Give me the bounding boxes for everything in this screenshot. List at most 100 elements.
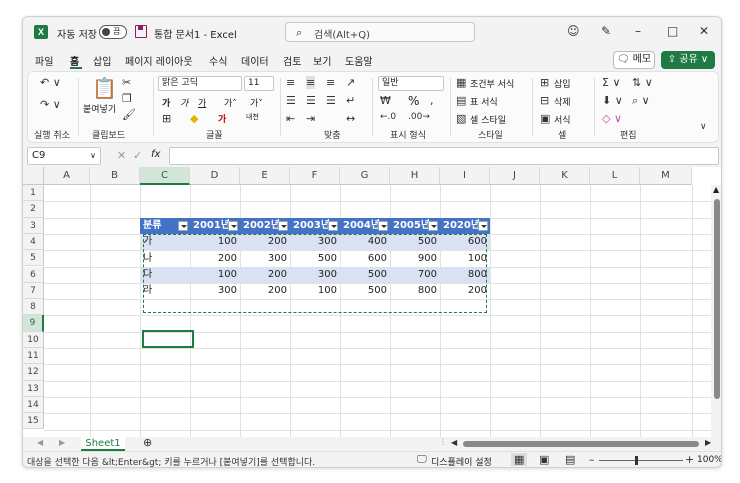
tab-data[interactable]: 데이터 — [241, 53, 269, 68]
number-format-dropdown[interactable]: 일반 — [378, 76, 444, 91]
fill-color-icon[interactable]: ◆ — [190, 112, 198, 125]
tab-split-icon[interactable]: ⋮ — [439, 437, 447, 446]
delete-cells-button[interactable]: 삭제 — [554, 95, 571, 108]
column-header-K[interactable]: K — [540, 167, 590, 185]
horizontal-scroll-thumb[interactable] — [463, 441, 699, 447]
row-header-2[interactable]: 2 — [23, 201, 44, 218]
zoom-in-icon[interactable]: + — [685, 453, 694, 466]
select-all-corner[interactable] — [23, 167, 44, 185]
worksheet-grid[interactable]: ABCDEFGHIJKLM 1 2 3 4 5 6 7 8 9 10 11 12 13 14 15 분류 20… — [23, 167, 721, 437]
decrease-decimal-icon[interactable]: .00→ — [408, 112, 430, 122]
column-header-J[interactable]: J — [490, 167, 540, 185]
pen-icon[interactable]: ✎ — [601, 24, 611, 38]
wrap-text-icon[interactable]: ↵ — [346, 94, 355, 107]
cancel-icon[interactable]: ✕ — [117, 149, 126, 162]
row-header-4[interactable]: 4 — [23, 233, 44, 251]
phonetic-icon[interactable]: 내천 — [246, 112, 259, 122]
display-settings-icon[interactable]: 🖵 — [417, 454, 427, 465]
tab-view[interactable]: 보기 — [313, 53, 331, 68]
bold-button[interactable]: 가 — [162, 96, 170, 109]
italic-button[interactable]: 가 — [180, 96, 188, 109]
next-sheet-icon[interactable]: ▶ — [59, 438, 65, 447]
tab-home[interactable]: 홈 — [70, 53, 79, 68]
conditional-format-button[interactable]: 조건부 서식 — [470, 77, 514, 90]
column-header-C[interactable]: C — [140, 167, 190, 185]
conditional-format-icon[interactable]: ▦ — [456, 76, 466, 89]
table-header-cell[interactable]: 2003년 — [290, 218, 340, 235]
insert-cells-button[interactable]: 삽입 — [554, 77, 571, 90]
fill-icon[interactable]: ⬇ ∨ — [602, 94, 623, 107]
paste-icon[interactable]: 📋 — [92, 76, 117, 100]
table-header-cell[interactable]: 2002년 — [240, 218, 290, 235]
table-header-cell[interactable]: 2020년 — [440, 218, 490, 235]
column-header-I[interactable]: I — [440, 167, 490, 185]
enter-icon[interactable]: ✓ — [133, 149, 142, 162]
filter-dropdown-icon[interactable] — [428, 221, 438, 232]
align-middle-icon[interactable]: ≡ — [306, 76, 316, 89]
align-center-icon[interactable]: ☰ — [306, 94, 316, 107]
table-header-cell[interactable]: 2004년 — [340, 218, 390, 235]
autosave-toggle[interactable]: 끔 — [99, 25, 127, 39]
currency-icon[interactable]: ₩ — [380, 94, 391, 107]
person-icon[interactable]: ☺ — [567, 24, 580, 38]
find-icon[interactable]: ⌕ ∨ — [632, 94, 650, 108]
column-header-M[interactable]: M — [640, 167, 692, 185]
decrease-indent-icon[interactable]: ⇤ — [286, 112, 295, 125]
row-header-10[interactable]: 10 — [23, 331, 44, 348]
save-icon[interactable] — [135, 25, 147, 38]
row-header-1[interactable]: 1 — [23, 185, 44, 202]
search-box[interactable]: ⌕ 검색(Alt+Q) — [285, 22, 475, 42]
column-header-B[interactable]: B — [90, 167, 140, 185]
table-header-cell[interactable]: 2001년 — [190, 218, 240, 235]
zoom-level[interactable]: 100% — [697, 455, 721, 465]
comma-icon[interactable]: , — [430, 94, 434, 107]
scroll-up-icon[interactable]: ▲ — [713, 185, 719, 194]
increase-decimal-icon[interactable]: ←.0 — [380, 112, 396, 122]
column-header-G[interactable]: G — [340, 167, 390, 185]
row-header-5[interactable]: 5 — [23, 250, 44, 267]
vertical-scrollbar[interactable]: ▲ — [711, 185, 721, 437]
close-icon[interactable]: ✕ — [699, 24, 709, 38]
page-layout-view-icon[interactable]: ▣ — [539, 453, 549, 466]
row-header-6[interactable]: 6 — [23, 266, 44, 283]
share-button[interactable]: ⇪ 공유 ∨ — [661, 51, 715, 69]
column-header-E[interactable]: E — [240, 167, 290, 185]
format-cells-button[interactable]: 서식 — [554, 113, 571, 126]
sheet-tab-sheet1[interactable]: Sheet1 — [81, 437, 125, 451]
column-header-L[interactable]: L — [590, 167, 640, 185]
paste-label[interactable]: 붙여넣기 — [83, 102, 116, 115]
font-color-icon[interactable]: 가 — [218, 112, 226, 125]
shrink-font-button[interactable]: 가˅ — [250, 96, 263, 109]
format-painter-icon[interactable]: 🖌 — [122, 108, 136, 121]
table-format-button[interactable]: 표 서식 — [470, 95, 498, 108]
zoom-slider-knob[interactable] — [635, 456, 638, 465]
tab-help[interactable]: 도움말 — [345, 53, 373, 68]
row-header-12[interactable]: 12 — [23, 364, 44, 381]
tab-page-layout[interactable]: 페이지 레이아웃 — [125, 53, 193, 68]
row-header-8[interactable]: 8 — [23, 299, 44, 316]
add-sheet-icon[interactable]: ⊕ — [143, 436, 152, 449]
filter-dropdown-icon[interactable] — [478, 221, 488, 232]
insert-cells-icon[interactable]: ⊞ — [540, 76, 549, 89]
increase-indent-icon[interactable]: ⇥ — [306, 112, 315, 125]
cell-style-button[interactable]: 셀 스타일 — [470, 113, 506, 126]
sort-filter-icon[interactable]: ⇅ ∨ — [632, 76, 653, 89]
scroll-left-icon[interactable]: ◀ — [451, 438, 457, 447]
name-box[interactable]: C9 ∨ — [27, 147, 101, 165]
scroll-right-icon[interactable]: ▶ — [705, 438, 711, 447]
tab-formulas[interactable]: 수식 — [209, 53, 227, 68]
collapse-ribbon-icon[interactable]: ∨ — [700, 122, 707, 132]
insert-function-button[interactable]: fx — [151, 149, 160, 160]
maximize-icon[interactable]: □ — [667, 24, 678, 38]
row-header-13[interactable]: 13 — [23, 380, 44, 397]
column-header-D[interactable]: D — [190, 167, 240, 185]
border-icon[interactable]: ⊞ — [162, 112, 171, 125]
format-cells-icon[interactable]: ▣ — [540, 112, 550, 125]
normal-view-icon[interactable]: ▦ — [511, 453, 528, 466]
align-left-icon[interactable]: ☰ — [286, 94, 296, 107]
filter-dropdown-icon[interactable] — [328, 221, 338, 232]
column-header-A[interactable]: A — [44, 167, 90, 185]
page-break-view-icon[interactable]: ▤ — [565, 453, 575, 466]
font-name-dropdown[interactable]: 맑은 고딕 — [158, 76, 242, 91]
cut-icon[interactable]: ✂ — [122, 76, 131, 89]
